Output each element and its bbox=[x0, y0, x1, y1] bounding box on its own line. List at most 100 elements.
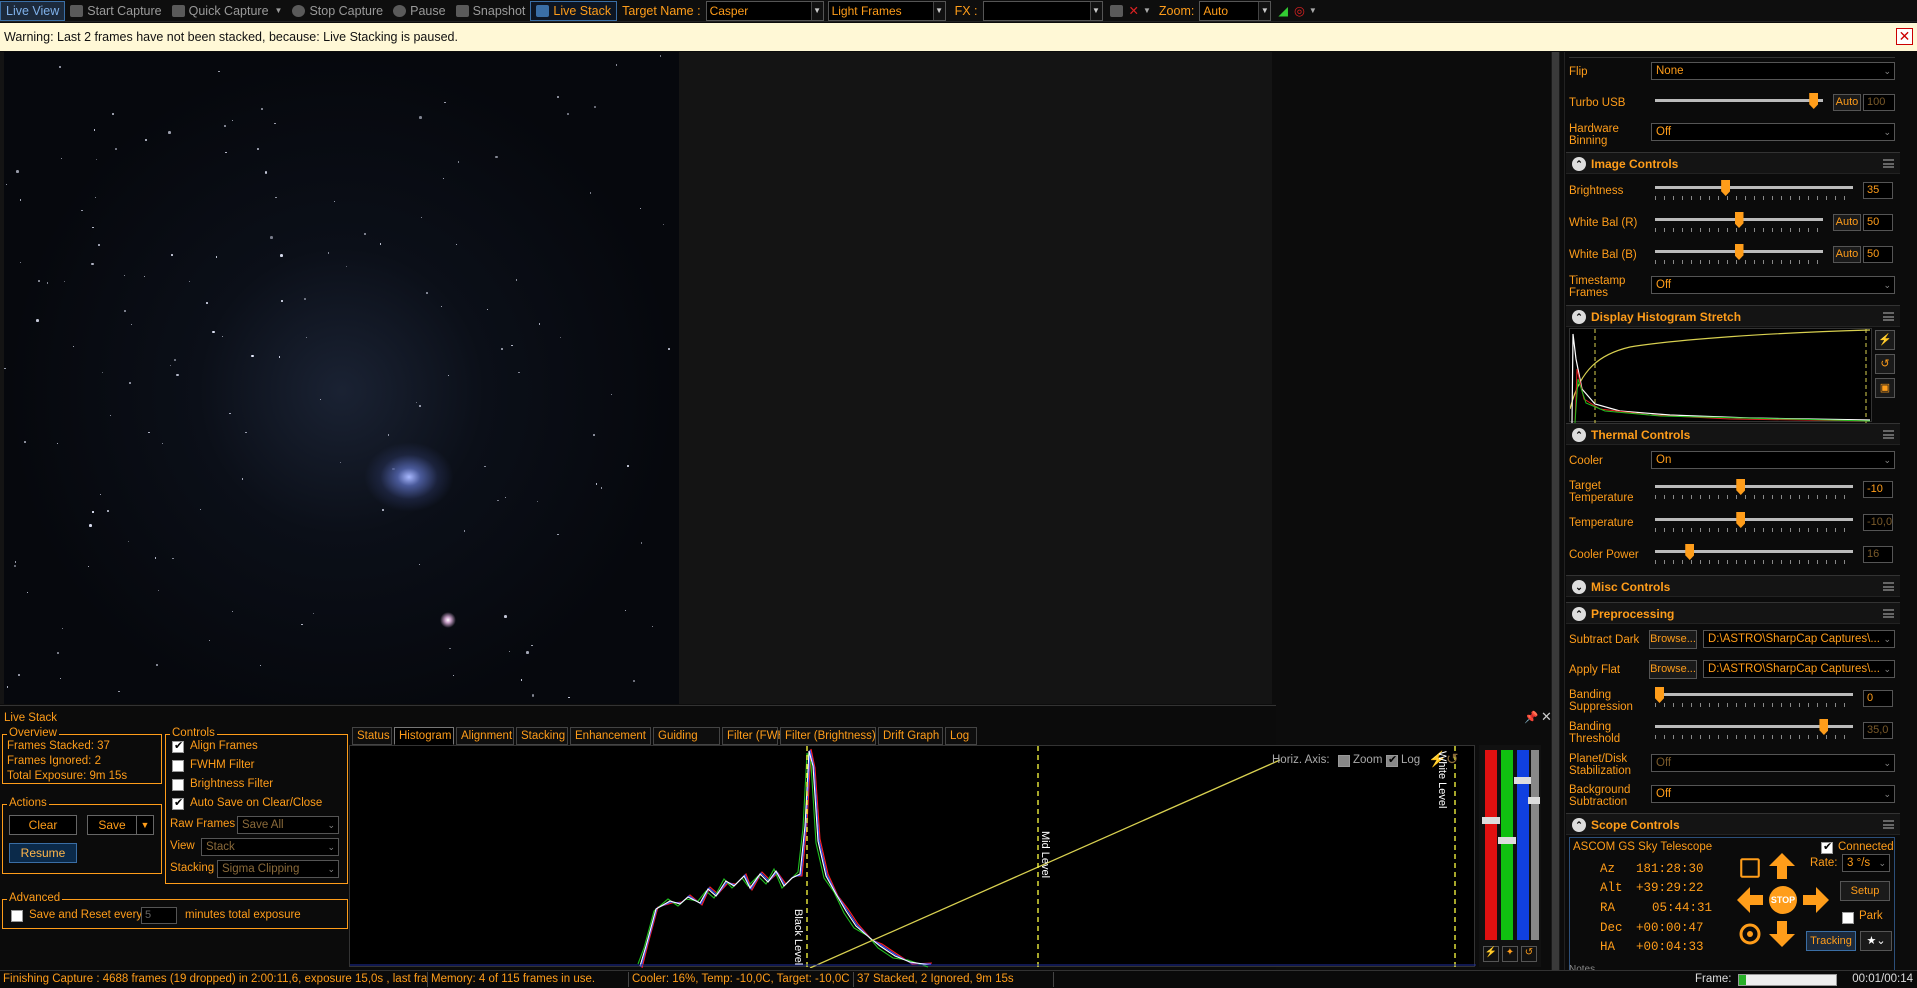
save-button[interactable]: Save bbox=[87, 815, 137, 835]
stop-button[interactable]: STOP bbox=[1769, 886, 1797, 914]
slider-thumb[interactable] bbox=[1734, 212, 1744, 228]
white-bal-r-value[interactable]: 50 bbox=[1863, 214, 1893, 231]
scrollbar-thumb[interactable] bbox=[1552, 52, 1559, 970]
banding-threshold-slider[interactable] bbox=[1655, 719, 1853, 739]
target-icon[interactable]: ◎ ▼ bbox=[1291, 1, 1320, 21]
display-histogram-header[interactable]: ⌃ Display Histogram Stretch bbox=[1566, 305, 1900, 327]
image-controls-header[interactable]: ⌃ Image Controls bbox=[1566, 152, 1900, 174]
rate-select[interactable]: 3 °/s ⌄ bbox=[1842, 854, 1890, 872]
white-bal-r-auto-button[interactable]: Auto bbox=[1833, 214, 1861, 231]
flip-select[interactable]: None ⌄ bbox=[1651, 62, 1895, 80]
reset-icon[interactable]: ↺ bbox=[1521, 946, 1537, 962]
frame-type-select[interactable]: Light Frames ▼ bbox=[827, 0, 946, 21]
apply-flat-select[interactable]: D:\ASTRO\SharpCap Captures\... ⌄ bbox=[1703, 660, 1895, 678]
image-viewer[interactable] bbox=[0, 52, 1272, 704]
target-temp-value[interactable]: -10 bbox=[1863, 481, 1893, 498]
chevron-down-icon[interactable]: ▼ bbox=[1089, 1, 1102, 20]
viewer-scrollbar[interactable] bbox=[1551, 52, 1560, 970]
collapse-icon[interactable]: ⌃ bbox=[1572, 157, 1586, 171]
tab-status[interactable]: Status bbox=[352, 727, 392, 745]
collapse-icon[interactable]: ⌃ bbox=[1572, 607, 1586, 621]
tab-filter-brightness[interactable]: Filter (Brightness) bbox=[780, 727, 876, 745]
zoom-select[interactable]: Auto ▼ bbox=[1199, 0, 1272, 21]
slider-thumb[interactable] bbox=[1736, 479, 1746, 495]
pin-icon[interactable]: 📌 bbox=[1524, 710, 1538, 724]
target-name-input[interactable]: Casper ▼ bbox=[705, 0, 824, 21]
apply-flat-browse-button[interactable]: Browse... bbox=[1649, 660, 1697, 679]
chevron-down-icon[interactable]: ▼ bbox=[810, 1, 823, 20]
histogram-icon[interactable]: ◢ bbox=[1275, 1, 1291, 21]
save-reset-checkbox[interactable] bbox=[11, 910, 23, 922]
reset-icon[interactable]: ↺ bbox=[1875, 354, 1895, 374]
chevron-down-icon[interactable]: ▼ bbox=[1309, 6, 1317, 15]
fx-settings-icon[interactable] bbox=[1107, 1, 1126, 21]
tab-stacking[interactable]: Stacking bbox=[516, 727, 568, 745]
hardware-binning-select[interactable]: Off ⌄ bbox=[1651, 123, 1895, 141]
chevron-down-icon[interactable]: ▼ bbox=[1143, 6, 1151, 15]
setup-button[interactable]: Setup bbox=[1840, 881, 1890, 901]
fx-select[interactable]: ▼ bbox=[982, 0, 1103, 21]
quick-capture-button[interactable]: Quick Capture ▼ bbox=[167, 1, 288, 21]
turbo-usb-slider[interactable] bbox=[1655, 93, 1823, 109]
scope-controls-header[interactable]: ⌃ Scope Controls bbox=[1566, 813, 1900, 835]
auto-stretch-icon[interactable]: ⚡ bbox=[1483, 946, 1499, 962]
display-histogram-view[interactable] bbox=[1569, 328, 1872, 423]
luminance-slider-thumb[interactable] bbox=[1528, 797, 1540, 804]
log-checkbox[interactable] bbox=[1386, 753, 1398, 767]
background-subtraction-select[interactable]: Off ⌄ bbox=[1651, 785, 1895, 803]
misc-controls-header[interactable]: ⌄ Misc Controls bbox=[1566, 575, 1900, 597]
tab-guiding[interactable]: Guiding bbox=[653, 727, 720, 745]
pause-button[interactable]: Pause bbox=[388, 1, 450, 21]
goto-icon[interactable] bbox=[1740, 858, 1760, 878]
menu-icon[interactable] bbox=[1883, 609, 1894, 618]
fwhm-filter-checkbox[interactable] bbox=[172, 760, 184, 772]
north-arrow-icon[interactable] bbox=[1768, 852, 1796, 880]
slider-thumb[interactable] bbox=[1809, 93, 1819, 109]
auto-save-checkbox[interactable] bbox=[172, 796, 184, 810]
planet-disk-select[interactable]: Off ⌄ bbox=[1651, 754, 1895, 772]
white-bal-b-auto-button[interactable]: Auto bbox=[1833, 246, 1861, 263]
snapshot-button[interactable]: Snapshot bbox=[451, 1, 531, 21]
slider-thumb[interactable] bbox=[1655, 687, 1664, 703]
collapse-icon[interactable]: ⌃ bbox=[1572, 428, 1586, 442]
tracking-button[interactable]: Tracking bbox=[1806, 931, 1856, 951]
west-arrow-icon[interactable] bbox=[1736, 886, 1764, 914]
collapse-icon[interactable]: ⌃ bbox=[1572, 310, 1586, 324]
close-icon[interactable]: ✕ bbox=[1896, 28, 1913, 45]
stacking-select[interactable]: Sigma Clipping ⌄ bbox=[217, 860, 339, 878]
brightness-slider[interactable] bbox=[1655, 180, 1853, 200]
tab-enhancement[interactable]: Enhancement bbox=[570, 727, 651, 745]
menu-icon[interactable] bbox=[1883, 312, 1894, 321]
star-icon[interactable]: ✦ bbox=[1502, 946, 1518, 962]
red-channel-slider[interactable] bbox=[1485, 750, 1497, 940]
chevron-down-icon[interactable]: ▼ bbox=[136, 815, 154, 835]
banding-suppression-value[interactable]: 0 bbox=[1863, 690, 1893, 707]
raw-frames-select[interactable]: Save All ⌄ bbox=[237, 816, 339, 834]
banding-threshold-value[interactable]: 35,0 bbox=[1863, 722, 1893, 739]
timestamp-select[interactable]: Off ⌄ bbox=[1651, 276, 1895, 294]
luminance-channel-slider[interactable] bbox=[1531, 750, 1539, 940]
view-select[interactable]: Stack ⌄ bbox=[201, 838, 339, 856]
collapse-icon[interactable]: ⌃ bbox=[1572, 818, 1586, 832]
red-slider-thumb[interactable] bbox=[1482, 817, 1500, 824]
slider-thumb[interactable] bbox=[1721, 180, 1731, 196]
live-stack-button[interactable]: Live Stack bbox=[530, 0, 618, 21]
slider-thumb[interactable] bbox=[1734, 244, 1744, 260]
park-position-icon[interactable] bbox=[1736, 920, 1764, 948]
minutes-stepper[interactable]: 5 bbox=[141, 907, 177, 924]
save-icon[interactable]: ▣ bbox=[1875, 378, 1895, 398]
resume-button[interactable]: Resume bbox=[9, 843, 77, 863]
chevron-down-icon[interactable]: ▼ bbox=[1258, 1, 1271, 20]
tab-filter-fwhm[interactable]: Filter (FWHM) bbox=[722, 727, 799, 745]
clear-button[interactable]: Clear bbox=[9, 815, 77, 835]
stop-capture-button[interactable]: Stop Capture bbox=[287, 1, 388, 21]
turbo-usb-value[interactable]: 100 bbox=[1863, 94, 1895, 111]
tab-log[interactable]: Log bbox=[945, 727, 977, 745]
connected-checkbox[interactable] bbox=[1821, 840, 1833, 854]
menu-icon[interactable] bbox=[1883, 430, 1894, 439]
subtract-dark-select[interactable]: D:\ASTRO\SharpCap Captures\... ⌄ bbox=[1703, 630, 1895, 648]
white-bal-r-slider[interactable] bbox=[1655, 212, 1823, 232]
preprocessing-header[interactable]: ⌃ Preprocessing bbox=[1566, 602, 1900, 624]
green-slider-thumb[interactable] bbox=[1498, 837, 1516, 844]
crosshair-icon[interactable]: ✕ ▼ bbox=[1126, 1, 1154, 21]
